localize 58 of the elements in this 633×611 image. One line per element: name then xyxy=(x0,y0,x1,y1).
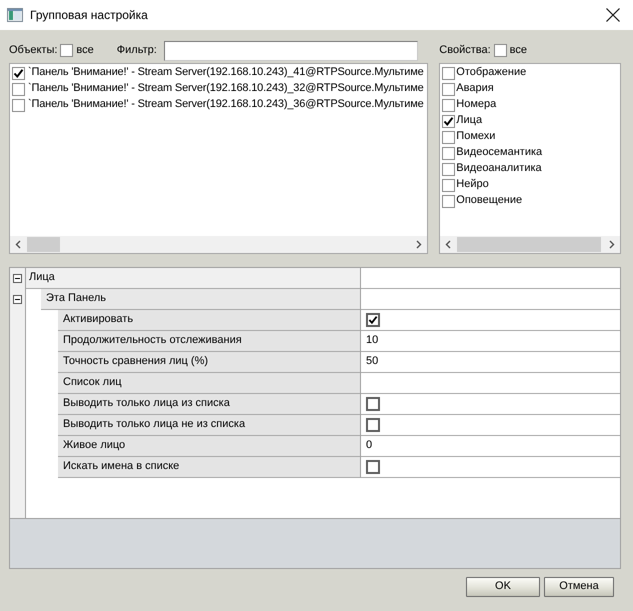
object-name[interactable]: `Панель 'Внимание!' - Stream Server(192.168.10.243)_32@RTPSource.Мультиме xyxy=(28,82,424,96)
close-icon xyxy=(606,8,620,22)
property-label[interactable]: Видеосемантика xyxy=(456,146,542,160)
property-value[interactable]: 0 xyxy=(366,439,372,453)
property-name-cell[interactable]: Активировать xyxy=(58,310,360,331)
scrollbar-thumb[interactable] xyxy=(457,237,602,252)
ok-button[interactable]: OK xyxy=(466,577,540,597)
property-checkbox[interactable] xyxy=(442,178,456,192)
cancel-button[interactable]: Отмена xyxy=(544,577,614,597)
property-label[interactable]: Оповещение xyxy=(456,194,522,208)
property-label[interactable]: Номера xyxy=(456,98,496,112)
filter-field[interactable] xyxy=(164,40,418,60)
select-all-label: все xyxy=(76,44,94,58)
property-name-cell[interactable]: Выводить только лица не из списка xyxy=(58,415,360,436)
item-checkbox[interactable] xyxy=(12,98,25,112)
property-label[interactable]: Отображение xyxy=(456,66,526,80)
object-name[interactable]: `Панель 'Внимание!' - Stream Server(192.168.10.243)_41@RTPSource.Мультиме xyxy=(28,66,424,80)
property-label[interactable]: Авария xyxy=(456,82,494,96)
property-label[interactable]: Помехи xyxy=(456,130,496,144)
property-checkbox[interactable] xyxy=(442,162,456,176)
properties-label: Свойства: xyxy=(439,44,491,58)
value-checkbox[interactable] xyxy=(366,418,380,432)
scrollbar-thumb[interactable] xyxy=(27,237,60,252)
category-cell[interactable]: Лица xyxy=(26,268,360,289)
property-checkbox[interactable] xyxy=(442,130,456,144)
collapse-icon[interactable] xyxy=(13,274,22,283)
value-checkbox[interactable] xyxy=(366,397,380,411)
property-label[interactable]: Лица xyxy=(456,114,482,128)
app-icon xyxy=(7,8,23,22)
property-name-cell[interactable]: Искать имена в списке xyxy=(58,457,360,478)
item-checkbox[interactable] xyxy=(12,82,25,96)
window-title: Групповая настройка xyxy=(30,8,148,22)
select-all-checkbox[interactable] xyxy=(494,44,507,57)
property-label[interactable]: Нейро xyxy=(456,178,489,192)
property-name-cell[interactable]: Точность сравнения лиц (%) xyxy=(58,352,360,373)
property-name-cell[interactable]: Выводить только лица из списка xyxy=(58,394,360,415)
value-checkbox[interactable] xyxy=(366,460,380,474)
property-value[interactable]: 10 xyxy=(366,334,378,348)
property-checkbox[interactable] xyxy=(442,146,456,160)
property-name-cell[interactable]: Продолжительность отслеживания xyxy=(58,331,360,352)
property-label[interactable]: Видеоаналитика xyxy=(456,162,542,176)
group-cell[interactable]: Эта Панель xyxy=(41,289,360,310)
property-name-cell[interactable]: Список лиц xyxy=(58,373,360,394)
property-checkbox[interactable] xyxy=(442,194,456,208)
item-checkbox[interactable] xyxy=(12,66,25,80)
object-name[interactable]: `Панель 'Внимание!' - Stream Server(192.168.10.243)_36@RTPSource.Мультиме xyxy=(28,98,424,112)
property-checkbox[interactable] xyxy=(442,114,456,128)
property-checkbox[interactable] xyxy=(442,82,456,96)
property-checkbox[interactable] xyxy=(442,66,456,80)
filter-label: Фильтр: xyxy=(116,44,157,58)
select-all-checkbox[interactable] xyxy=(60,44,74,57)
objects-label: Объекты: xyxy=(9,44,58,58)
collapse-icon[interactable] xyxy=(13,295,22,304)
select-all-label: все xyxy=(510,44,527,58)
value-checkbox[interactable] xyxy=(366,313,380,327)
property-name-cell[interactable]: Живое лицо xyxy=(58,436,360,457)
property-value[interactable]: 50 xyxy=(366,355,378,369)
property-checkbox[interactable] xyxy=(442,98,456,112)
